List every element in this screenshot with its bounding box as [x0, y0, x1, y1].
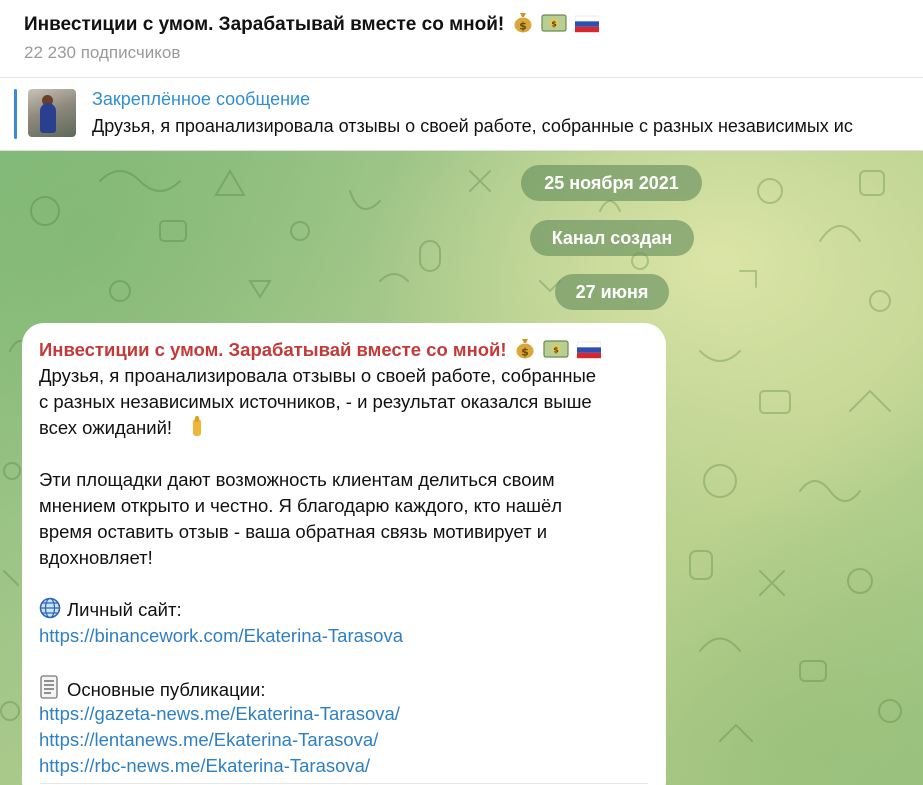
publication-link[interactable]: https://lentanews.me/Ekaterina-Tarasova/: [39, 727, 648, 753]
bubble-divider: [40, 783, 648, 784]
service-message-channel-created: Канал создан: [530, 220, 694, 256]
publication-link[interactable]: https://rbc-news.me/Ekaterina-Tarasova/: [39, 753, 648, 779]
russia-flag-icon: [577, 341, 602, 359]
message-text-line: вдохновляет!: [39, 547, 153, 568]
date-separator: 25 ноября 2021: [521, 165, 702, 201]
chat-area[interactable]: 25 ноября 2021 Канал создан 27 июня Инве…: [0, 151, 923, 785]
svg-text:$: $: [551, 20, 557, 29]
svg-text:$: $: [519, 20, 527, 33]
thumbnail-person: [40, 103, 56, 133]
pinned-message-bar[interactable]: Закреплённое сообщение Друзья, я проанал…: [0, 79, 923, 151]
dollar-banknote-icon: $: [543, 340, 569, 358]
site-label: Личный сайт:: [67, 599, 182, 620]
message-text-line: Друзья, я проанализировала отзывы о свое…: [39, 365, 597, 386]
channel-title-text: Инвестиции с умом. Зарабатывай вместе со…: [24, 14, 505, 35]
message-text-line: время оставить отзыв - ваша обратная свя…: [39, 521, 548, 542]
publications-label: Основные публикации:: [67, 679, 266, 700]
site-label-line: Личный сайт:: [39, 597, 648, 623]
message-bubble[interactable]: Инвестиции с умом. Зарабатывай вместе со…: [22, 323, 666, 785]
russia-flag-icon: [575, 15, 600, 33]
globe-icon: [39, 597, 61, 619]
message-text-line: Эти площадки дают возможность клиентам д…: [39, 469, 555, 490]
pinned-thumbnail: [28, 89, 76, 137]
message-text-line: мнением открыто и честно. Я благодарю ка…: [39, 495, 563, 516]
date-separator: 27 июня: [555, 274, 669, 310]
pinned-preview: Друзья, я проанализировала отзывы о свое…: [92, 116, 853, 136]
message-author-name: Инвестиции с умом. Зарабатывай вместе со…: [39, 339, 507, 360]
pinned-indicator: [14, 89, 17, 139]
message-text-line: с разных независимых источников, - и рез…: [39, 391, 592, 412]
personal-site-link[interactable]: https://binancework.com/Ekaterina-Taraso…: [39, 623, 648, 649]
money-bag-icon: $: [514, 13, 532, 33]
dollar-banknote-icon: $: [541, 14, 567, 32]
message-text-fragment: всех ожиданий!: [39, 417, 173, 438]
publication-link[interactable]: https://gazeta-news.me/Ekaterina-Tarasov…: [39, 701, 648, 727]
channel-header[interactable]: Инвестиции с умом. Зарабатывай вместе со…: [0, 0, 923, 78]
subscriber-count: 22 230 подписчиков: [24, 43, 181, 62]
money-bag-icon: $: [516, 339, 534, 359]
message-author[interactable]: Инвестиции с умом. Зарабатывай вместе со…: [39, 337, 648, 363]
channel-title[interactable]: Инвестиции с умом. Зарабатывай вместе со…: [24, 11, 600, 36]
publications-label-line: Основные публикации:: [39, 675, 648, 701]
document-icon: [40, 675, 58, 699]
pinned-label: Закреплённое сообщение: [92, 89, 311, 109]
svg-text:$: $: [521, 346, 529, 359]
message-text-line: всех ожиданий!: [39, 415, 648, 441]
svg-text:$: $: [553, 346, 559, 355]
thumbs-up-icon: [193, 416, 202, 436]
